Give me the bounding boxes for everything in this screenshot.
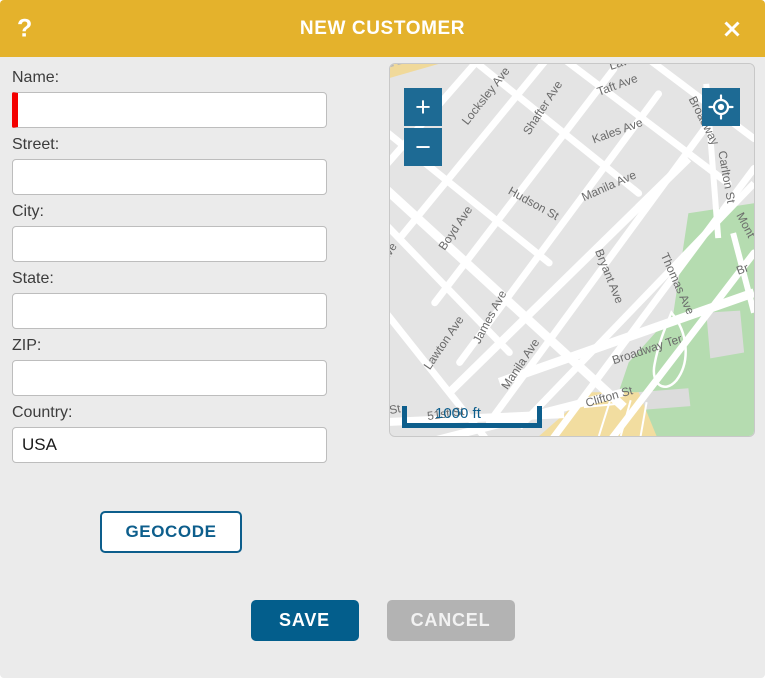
state-label: State: [12, 270, 54, 287]
field-group-country: Country: [12, 403, 330, 463]
city-label: City: [12, 203, 44, 220]
map-canvas[interactable]: Locksley Ave Shafter Ave Boyd Ave Hudson… [390, 64, 754, 436]
geocode-row: GEOCODE [12, 511, 330, 553]
locate-crosshair-icon[interactable] [702, 88, 740, 126]
map-scale-label: 1000 ft [435, 405, 481, 422]
street-input[interactable] [12, 159, 327, 195]
field-group-zip: ZIP: [12, 336, 330, 396]
field-group-city: City: [12, 202, 330, 262]
cancel-button[interactable]: CANCEL [386, 600, 515, 641]
zoom-out-label: − [415, 131, 431, 162]
dialog-titlebar: ? NEW CUSTOMER [0, 0, 765, 57]
field-group-name: Name: [12, 68, 330, 128]
field-group-state: State: [12, 269, 330, 329]
close-icon[interactable] [719, 16, 745, 42]
name-label: Name: [12, 69, 60, 86]
save-button[interactable]: SAVE [250, 600, 359, 641]
zip-input[interactable] [12, 360, 327, 396]
street-label: Street: [12, 136, 60, 153]
zip-label: ZIP: [12, 337, 42, 354]
city-input[interactable] [12, 226, 327, 262]
zoom-in-label: + [415, 91, 431, 122]
map-panel[interactable]: Locksley Ave Shafter Ave Boyd Ave Hudson… [389, 63, 755, 437]
dialog-title: NEW CUSTOMER [299, 17, 466, 39]
country-input[interactable] [12, 427, 327, 463]
dialog-footer: SAVE CANCEL [0, 600, 765, 641]
zoom-out-icon[interactable]: − [404, 128, 442, 166]
new-customer-dialog: ? NEW CUSTOMER Name: Street: City: State… [0, 0, 765, 678]
customer-form: Name: Street: City: State: ZIP: Country: [12, 68, 330, 470]
field-group-street: Street: [12, 135, 330, 195]
zoom-in-icon[interactable]: + [404, 88, 442, 126]
country-label: Country: [12, 404, 73, 421]
state-input[interactable] [12, 293, 327, 329]
geocode-button[interactable]: GEOCODE [100, 511, 242, 553]
name-input[interactable] [12, 92, 327, 128]
